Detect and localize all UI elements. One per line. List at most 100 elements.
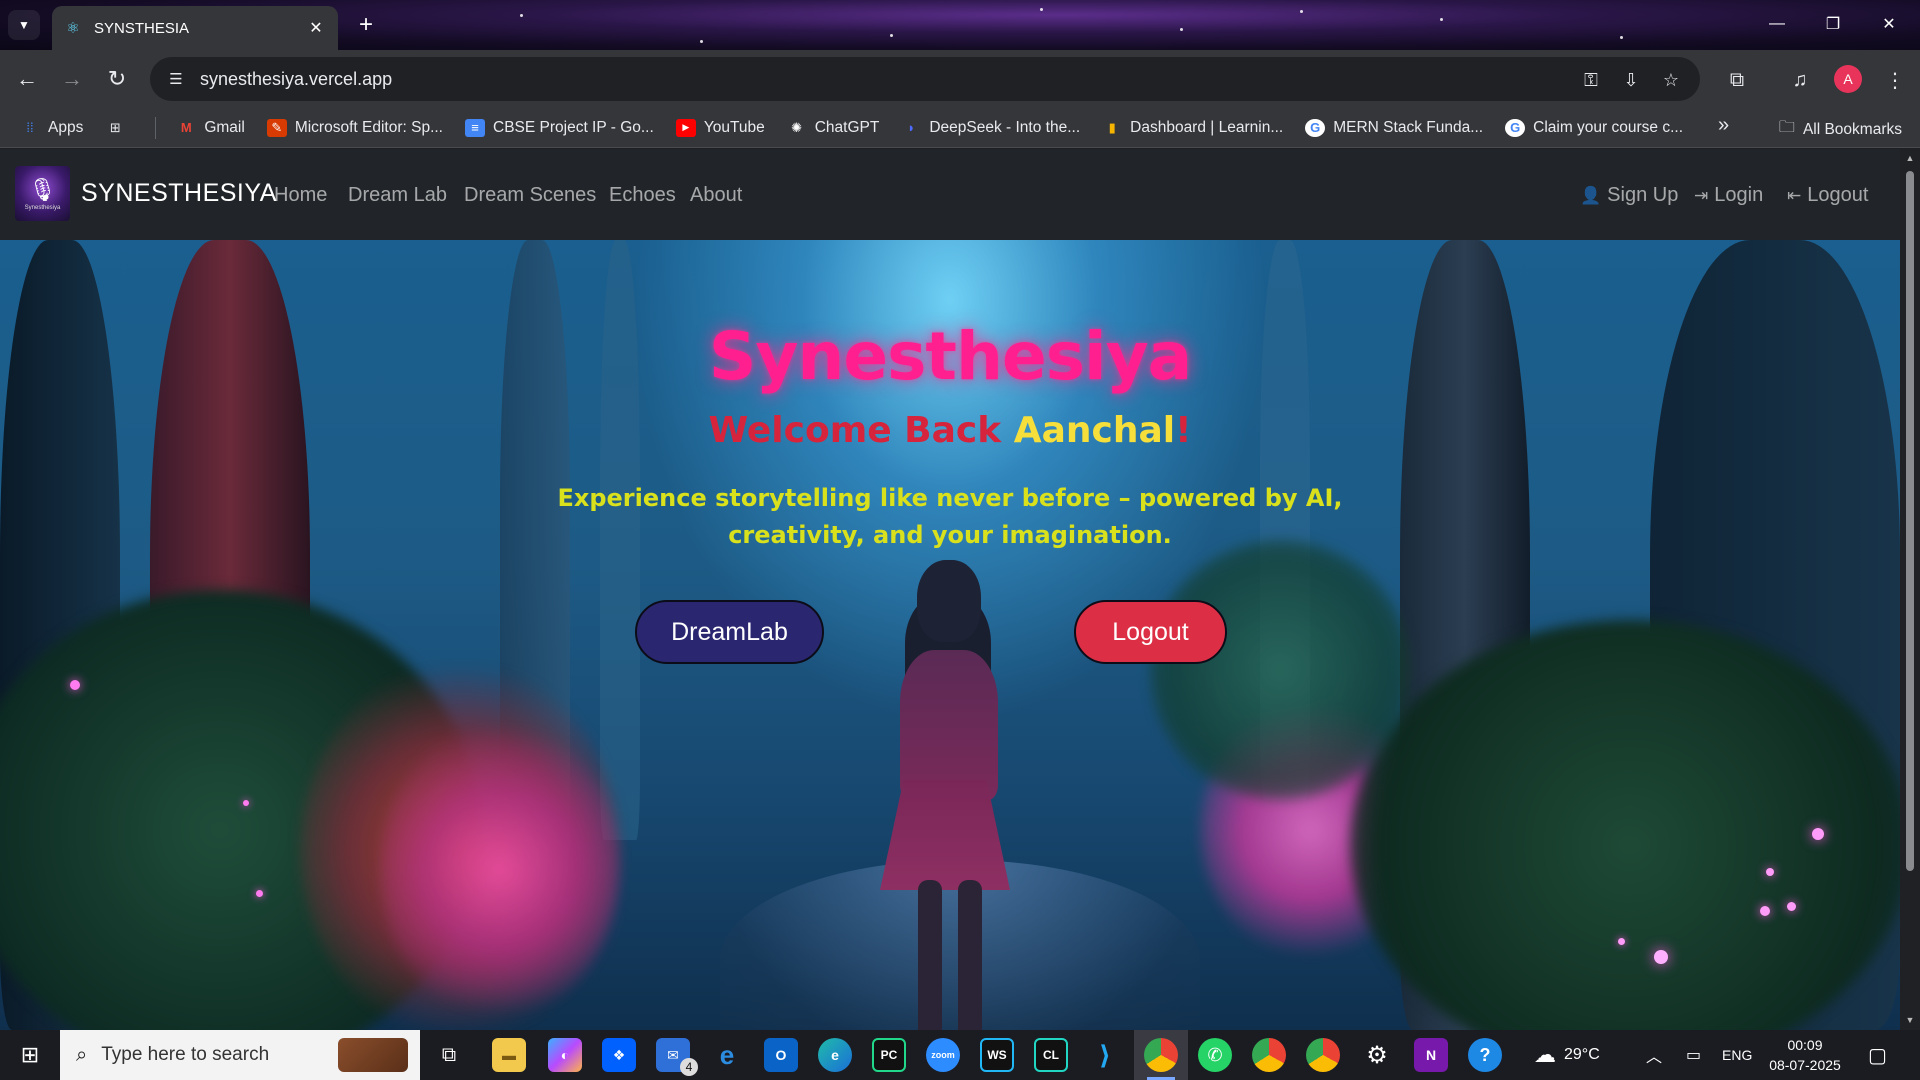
page-scrollbar[interactable]: ▲ ▼ [1900,149,1920,1030]
logout-link[interactable]: ⇤ Logout [1787,184,1868,207]
bookmark-claim-course[interactable]: G Claim your course c... [1505,118,1683,137]
media-control-icon[interactable]: ♫ [1785,65,1815,95]
bookmark-apps[interactable]: ⁞⁞ Apps [20,119,83,137]
scroll-up-icon[interactable]: ▲ [1904,153,1916,163]
edge-icon[interactable]: e [818,1038,852,1072]
nav-about[interactable]: About [690,184,742,207]
start-button[interactable]: ⊞ [0,1030,60,1080]
site-brand[interactable]: SYNESTHESIYA [81,179,277,208]
settings-gear-icon[interactable]: ⚙ [1360,1038,1394,1072]
hero-section: Synesthesiya Welcome Back Aanchal! Exper… [0,240,1900,1030]
reload-button[interactable]: ↻ [100,62,134,96]
new-tab-button[interactable]: + [350,10,382,40]
signup-link[interactable]: 👤 Sign Up [1580,184,1678,207]
clock-time: 00:09 [1787,1037,1823,1053]
logo-text: Synesthesiya [24,204,61,211]
logout-button[interactable]: Logout [1074,600,1227,664]
chrome-profile-d-icon[interactable] [1252,1038,1286,1072]
outlook-icon[interactable]: O [764,1038,798,1072]
search-highlight-image [338,1038,408,1072]
apps-grid-icon: ⁞⁞ [26,120,34,135]
pycharm-icon[interactable]: PC [872,1038,906,1072]
nav-echoes[interactable]: Echoes [609,184,676,207]
weather-widget[interactable]: ☁ 29°C [1534,1030,1600,1080]
help-icon[interactable]: ? [1468,1038,1502,1072]
battery-icon[interactable]: ▭ [1686,1030,1701,1080]
decorative-star [1440,18,1443,21]
nav-dream-scenes[interactable]: Dream Scenes [464,184,596,207]
gmail-icon: M [180,120,192,135]
dropbox-icon[interactable]: ❖ [602,1038,636,1072]
bookmark-mern-stack[interactable]: G MERN Stack Funda... [1305,118,1483,137]
task-view-icon[interactable]: ⧉ [432,1038,466,1072]
decorative-star [1620,36,1623,39]
zoom-icon[interactable]: zoom [926,1038,960,1072]
bookmark-cbse-project[interactable]: ≡ CBSE Project IP - Go... [465,118,654,137]
tab-search-button[interactable]: ▼ [8,10,40,40]
extensions-icon[interactable]: ⧉ [1722,65,1752,95]
forward-button[interactable]: → [55,62,89,96]
copilot-icon[interactable]: ◐ [548,1038,582,1072]
page-viewport: 🎙 Synesthesiya SYNESTHESIYA Home Dream L… [0,149,1900,1030]
file-explorer-icon[interactable]: ▬ [492,1038,526,1072]
vscode-icon[interactable]: ⟩ [1088,1038,1122,1072]
scroll-down-icon[interactable]: ▼ [1904,1015,1916,1025]
password-key-icon[interactable]: ⚿ [1578,67,1604,93]
taskbar-search[interactable]: ⌕ Type here to search [60,1030,420,1080]
back-button[interactable]: ← [10,62,44,96]
scroll-thumb[interactable] [1906,171,1914,871]
bookmark-youtube[interactable]: ▶ YouTube [675,118,765,137]
user-name: Aanchal [1013,410,1176,451]
bookmark-grid[interactable]: ⊞ [105,119,133,137]
docs-icon: ≡ [465,118,485,137]
close-icon[interactable]: ✕ [306,18,326,38]
bookmark-chatgpt[interactable]: ✺ ChatGPT [787,119,879,137]
bookmark-microsoft-editor[interactable]: ✎ Microsoft Editor: Sp... [266,118,443,137]
microphone-icon: 🎙 [28,176,57,202]
nav-home[interactable]: Home [274,184,327,207]
restore-icon: ❐ [1825,16,1841,33]
show-hidden-icons-chevron-icon[interactable]: ︿ [1646,1030,1662,1080]
arrow-left-icon: ← [16,66,38,91]
restore-button[interactable]: ❐ [1810,8,1856,40]
chevron-double-right-icon[interactable]: » [1718,114,1729,137]
onenote-icon[interactable]: N [1414,1038,1448,1072]
react-icon: ⚛ [66,20,80,37]
arrow-right-icon: → [61,66,83,91]
chrome-icon[interactable] [1144,1038,1178,1072]
address-bar[interactable]: ☰ synesthesiya.vercel.app ⚿ ⇩ ☆ [150,57,1700,101]
install-app-icon[interactable]: ⇩ [1618,67,1644,93]
whatsapp-icon[interactable]: ✆ [1198,1038,1232,1072]
internet-explorer-icon[interactable]: e [710,1038,744,1072]
more-menu-icon[interactable]: ⋮ [1880,65,1910,95]
profile-avatar[interactable]: A [1834,65,1862,93]
decorative-star [890,34,893,37]
site-logo[interactable]: 🎙 Synesthesiya [15,166,70,221]
decorative-star [1300,10,1303,13]
site-info-icon[interactable]: ☰ [164,67,188,91]
system-clock[interactable]: 00:09 08-07-2025 [1750,1035,1860,1075]
bookmark-dashboard[interactable]: ▮ Dashboard | Learnin... [1102,119,1284,137]
notifications-icon[interactable]: ▢ [1868,1030,1887,1080]
logout-icon: ⇤ [1787,185,1802,205]
bookmarks-bar: ⁞⁞ Apps ⊞ M Gmail ✎ Microsoft Editor: Sp… [0,108,1920,148]
dreamlab-button[interactable]: DreamLab [635,600,824,664]
close-window-button[interactable]: ✕ [1866,8,1912,40]
clion-icon[interactable]: CL [1034,1038,1068,1072]
minimize-button[interactable]: — [1754,8,1800,40]
search-icon: ⌕ [76,1043,88,1066]
webstorm-icon[interactable]: WS [980,1038,1014,1072]
all-bookmarks-button[interactable]: 🗀 All Bookmarks [1779,116,1902,143]
language-indicator[interactable]: ENG [1722,1030,1752,1080]
bookmark-star-icon[interactable]: ☆ [1658,67,1684,93]
hero-title: Synesthesiya [708,318,1192,395]
chrome-profile-a-icon[interactable] [1306,1038,1340,1072]
bookmark-deepseek[interactable]: ◗ DeepSeek - Into the... [901,119,1080,137]
decorative-star [520,14,523,17]
browser-tab[interactable]: ⚛ SYNSTHESIA ✕ [52,6,338,50]
clock-date: 08-07-2025 [1769,1057,1841,1073]
nav-dream-lab[interactable]: Dream Lab [348,184,447,207]
login-link[interactable]: ⇥ Login [1694,184,1763,207]
welcome-prefix: Welcome Back [708,410,1014,451]
bookmark-gmail[interactable]: M Gmail [176,119,245,137]
